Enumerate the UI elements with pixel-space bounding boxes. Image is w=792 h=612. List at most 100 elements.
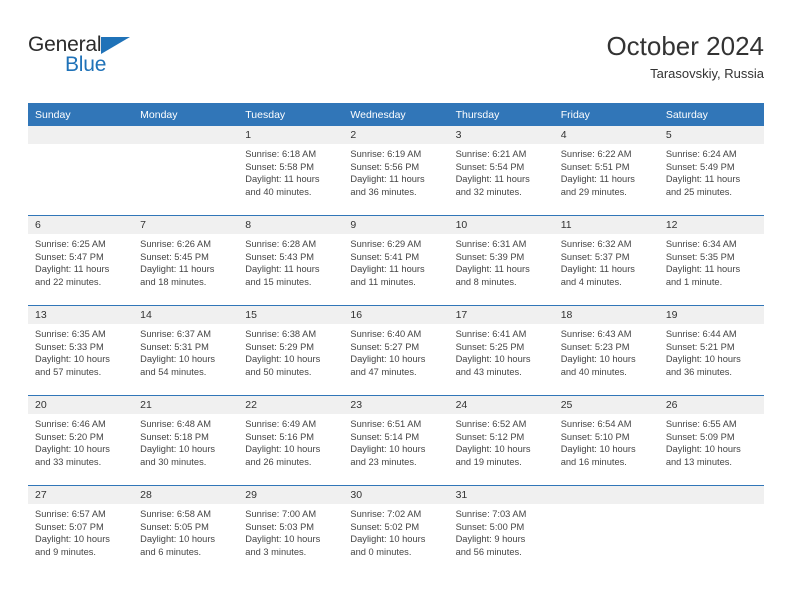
calendar-day[interactable]: 17 Sunrise: 6:41 AM Sunset: 5:25 PM Dayligh…: [448, 306, 554, 395]
calendar-day[interactable]: 6 Sunrise: 6:25 AM Sunset: 5:47 PM Daylight…: [28, 216, 134, 305]
calendar-day[interactable]: 28 Sunrise: 6:58 AM Sunset: 5:05 PM Dayligh…: [133, 486, 239, 575]
daylight-text-cont: and 6 minutes.: [140, 546, 202, 557]
calendar-day[interactable]: 20 Sunrise: 6:46 AM Sunset: 5:20 PM Dayligh…: [28, 396, 134, 485]
calendar-day[interactable]: 26 Sunrise: 6:55 AM Sunset: 5:09 PM Dayligh…: [658, 396, 764, 485]
calendar-day[interactable]: 12 Sunrise: 6:34 AM Sunset: 5:35 PM Dayligh…: [658, 216, 764, 305]
calendar-cell: 30 Sunrise: 7:02 AM Sunset: 5:02 PM Dayligh…: [343, 485, 449, 575]
calendar-cell: 22 Sunrise: 6:49 AM Sunset: 5:16 PM Dayligh…: [238, 395, 344, 486]
day-sun-info: Sunrise: 6:37 AM Sunset: 5:31 PM Daylight:…: [133, 324, 238, 378]
day-number: 13: [28, 306, 134, 324]
calendar-cell: 10 Sunrise: 6:31 AM Sunset: 5:39 PM Dayligh…: [448, 215, 554, 306]
daylight-text: Daylight: 11 hours: [665, 264, 741, 275]
day-number: [28, 126, 134, 144]
day-number: 1: [238, 126, 344, 144]
calendar-day[interactable]: 18 Sunrise: 6:43 AM Sunset: 5:23 PM Dayligh…: [553, 306, 659, 395]
sunrise-text: Sunrise: 6:37 AM: [140, 329, 211, 339]
calendar-day[interactable]: 14 Sunrise: 6:37 AM Sunset: 5:31 PM Dayligh…: [133, 306, 239, 395]
daylight-text-cont: and 40 minutes.: [245, 186, 312, 197]
daylight-text-cont: and 32 minutes.: [455, 186, 522, 197]
daylight-text: Daylight: 10 hours: [245, 534, 321, 545]
daylight-text-cont: and 47 minutes.: [350, 366, 417, 377]
calendar-day[interactable]: 7 Sunrise: 6:26 AM Sunset: 5:45 PM Daylight…: [133, 216, 239, 305]
sunrise-text: Sunrise: 7:03 AM: [455, 509, 527, 519]
calendar-day[interactable]: 11 Sunrise: 6:32 AM Sunset: 5:37 PM Dayligh…: [553, 216, 659, 305]
weekday-header-tuesday: Tuesday: [238, 103, 344, 126]
daylight-text-cont: and 33 minutes.: [35, 456, 102, 467]
day-sun-info: Sunrise: 6:24 AM Sunset: 5:49 PM Daylight:…: [659, 144, 764, 198]
calendar-day[interactable]: 1 Sunrise: 6:18 AM Sunset: 5:58 PM Daylight…: [238, 126, 344, 215]
calendar-day[interactable]: 13 Sunrise: 6:35 AM Sunset: 5:33 PM Dayligh…: [28, 306, 134, 395]
calendar-cell: 18 Sunrise: 6:43 AM Sunset: 5:23 PM Dayligh…: [553, 305, 659, 396]
calendar-day[interactable]: 8 Sunrise: 6:28 AM Sunset: 5:43 PM Daylight…: [238, 216, 344, 305]
calendar-day[interactable]: 24 Sunrise: 6:52 AM Sunset: 5:12 PM Dayligh…: [448, 396, 554, 485]
sunset-text: Sunset: 5:56 PM: [350, 161, 420, 172]
day-sun-info: Sunrise: 7:03 AM Sunset: 5:00 PM Daylight:…: [449, 504, 554, 558]
calendar-day[interactable]: 22 Sunrise: 6:49 AM Sunset: 5:16 PM Dayligh…: [238, 396, 344, 485]
calendar-day[interactable]: 3 Sunrise: 6:21 AM Sunset: 5:54 PM Daylight…: [448, 126, 554, 215]
calendar-day[interactable]: 9 Sunrise: 6:29 AM Sunset: 5:41 PM Daylight…: [343, 216, 449, 305]
day-number: 11: [553, 216, 659, 234]
sunset-text: Sunset: 5:35 PM: [665, 251, 735, 262]
calendar-cell: 24 Sunrise: 6:52 AM Sunset: 5:12 PM Dayligh…: [448, 395, 554, 486]
calendar-day[interactable]: 16 Sunrise: 6:40 AM Sunset: 5:27 PM Dayligh…: [343, 306, 449, 395]
sunset-text: Sunset: 5:12 PM: [455, 431, 525, 442]
sunrise-text: Sunrise: 6:31 AM: [455, 239, 527, 249]
calendar-day[interactable]: 29 Sunrise: 7:00 AM Sunset: 5:03 PM Dayligh…: [238, 486, 344, 575]
daylight-text-cont: and 4 minutes.: [560, 276, 622, 287]
calendar-day[interactable]: 5 Sunrise: 6:24 AM Sunset: 5:49 PM Daylight…: [658, 126, 764, 215]
calendar-day[interactable]: 23 Sunrise: 6:51 AM Sunset: 5:14 PM Dayligh…: [343, 396, 449, 485]
day-number: [133, 126, 239, 144]
general-blue-logo[interactable]: General Blue: [28, 34, 148, 84]
calendar-cell: 4 Sunrise: 6:22 AM Sunset: 5:51 PM Daylight…: [553, 126, 659, 216]
daylight-text-cont: and 43 minutes.: [455, 366, 522, 377]
day-number: 29: [238, 486, 344, 504]
sunrise-text: Sunrise: 7:02 AM: [350, 509, 422, 519]
day-sun-info: Sunrise: 6:18 AM Sunset: 5:58 PM Daylight:…: [238, 144, 343, 198]
day-number: [658, 486, 764, 504]
page-location: Tarasovskiy, Russia: [650, 66, 764, 81]
weekday-header-monday: Monday: [133, 103, 239, 126]
day-number: 23: [343, 396, 449, 414]
page-header: General Blue October 2024 Tarasovskiy, R…: [28, 30, 764, 92]
calendar-day[interactable]: 15 Sunrise: 6:38 AM Sunset: 5:29 PM Dayligh…: [238, 306, 344, 395]
calendar-week-row: 27 Sunrise: 6:57 AM Sunset: 5:07 PM Dayligh…: [28, 485, 764, 575]
calendar-header-row: Sunday Monday Tuesday Wednesday Thursday…: [28, 103, 764, 126]
sunset-text: Sunset: 5:27 PM: [350, 341, 420, 352]
calendar-day[interactable]: 21 Sunrise: 6:48 AM Sunset: 5:18 PM Dayligh…: [133, 396, 239, 485]
sunrise-text: Sunrise: 6:57 AM: [35, 509, 106, 519]
day-number: 3: [448, 126, 554, 144]
sunrise-text: Sunrise: 6:35 AM: [35, 329, 106, 339]
sunrise-text: Sunrise: 7:00 AM: [245, 509, 317, 519]
calendar-day[interactable]: 27 Sunrise: 6:57 AM Sunset: 5:07 PM Dayligh…: [28, 486, 134, 575]
calendar-day[interactable]: 4 Sunrise: 6:22 AM Sunset: 5:51 PM Daylight…: [553, 126, 659, 215]
day-sun-info: Sunrise: 6:52 AM Sunset: 5:12 PM Daylight:…: [449, 414, 554, 468]
calendar-cell: 12 Sunrise: 6:34 AM Sunset: 5:35 PM Dayligh…: [658, 215, 764, 306]
day-sun-info: Sunrise: 6:21 AM Sunset: 5:54 PM Daylight:…: [449, 144, 554, 198]
day-number: 4: [553, 126, 659, 144]
day-sun-info: Sunrise: 6:49 AM Sunset: 5:16 PM Daylight:…: [238, 414, 343, 468]
sunset-text: Sunset: 5:07 PM: [35, 521, 104, 532]
daylight-text: Daylight: 10 hours: [140, 444, 216, 455]
calendar-day[interactable]: 19 Sunrise: 6:44 AM Sunset: 5:21 PM Dayligh…: [658, 306, 764, 395]
sunset-text: Sunset: 5:23 PM: [560, 341, 630, 352]
calendar-day[interactable]: 31 Sunrise: 7:03 AM Sunset: 5:00 PM Dayligh…: [448, 486, 554, 575]
day-number: 12: [658, 216, 764, 234]
calendar-week-row: 1 Sunrise: 6:18 AM Sunset: 5:58 PM Daylight…: [28, 126, 764, 216]
daylight-text: Daylight: 11 hours: [350, 264, 425, 275]
sunrise-text: Sunrise: 6:58 AM: [140, 509, 211, 519]
calendar-body: 1 Sunrise: 6:18 AM Sunset: 5:58 PM Daylight…: [28, 126, 764, 575]
sunset-text: Sunset: 5:41 PM: [350, 251, 420, 262]
calendar-day[interactable]: 25 Sunrise: 6:54 AM Sunset: 5:10 PM Dayligh…: [553, 396, 659, 485]
calendar-day[interactable]: 10 Sunrise: 6:31 AM Sunset: 5:39 PM Dayligh…: [448, 216, 554, 305]
calendar-cell: 11 Sunrise: 6:32 AM Sunset: 5:37 PM Dayligh…: [553, 215, 659, 306]
day-sun-info: Sunrise: 6:58 AM Sunset: 5:05 PM Daylight:…: [133, 504, 238, 558]
calendar-day[interactable]: 30 Sunrise: 7:02 AM Sunset: 5:02 PM Dayligh…: [343, 486, 449, 575]
day-number: 5: [658, 126, 764, 144]
calendar-cell: 3 Sunrise: 6:21 AM Sunset: 5:54 PM Daylight…: [448, 126, 554, 216]
logo-text-blue: Blue: [65, 53, 107, 76]
day-sun-info: Sunrise: 6:28 AM Sunset: 5:43 PM Daylight:…: [238, 234, 343, 288]
calendar-day[interactable]: 2 Sunrise: 6:19 AM Sunset: 5:56 PM Daylight…: [343, 126, 449, 215]
daylight-text: Daylight: 10 hours: [35, 534, 110, 545]
daylight-text: Daylight: 10 hours: [560, 444, 636, 455]
day-sun-info: Sunrise: 6:25 AM Sunset: 5:47 PM Daylight:…: [28, 234, 133, 288]
